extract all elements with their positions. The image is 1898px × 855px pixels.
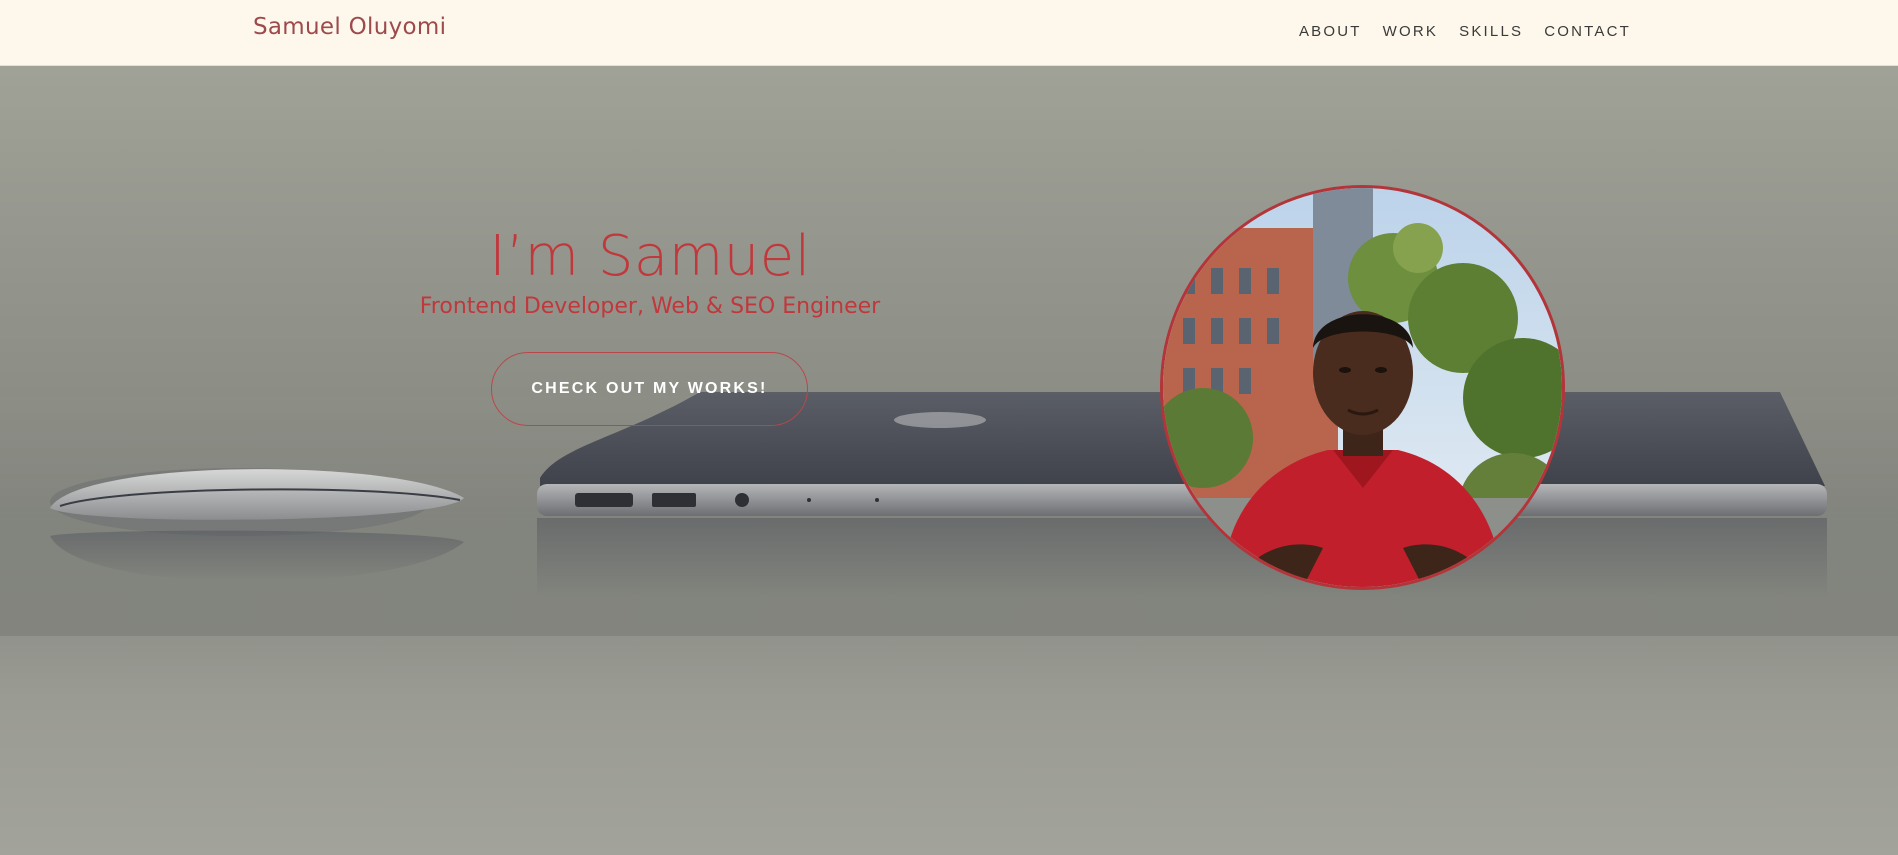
profile-photo bbox=[1160, 185, 1565, 590]
nav-link-work[interactable]: WORK bbox=[1383, 23, 1438, 40]
nav-link-contact[interactable]: CONTACT bbox=[1544, 23, 1631, 40]
site-header: Samuel Oluyomi ABOUT WORK SKILLS CONTACT bbox=[0, 0, 1898, 66]
brand-logo-link[interactable]: Samuel Oluyomi bbox=[253, 14, 446, 40]
hero-section: I’m Samuel Frontend Developer, Web & SEO… bbox=[0, 66, 1898, 855]
hero-subtitle: Frontend Developer, Web & SEO Engineer bbox=[419, 294, 881, 319]
nav-link-skills[interactable]: SKILLS bbox=[1459, 23, 1523, 40]
check-out-works-button[interactable]: CHECK OUT MY WORKS! bbox=[491, 352, 808, 426]
desk-laptop-mouse-image bbox=[0, 392, 1898, 636]
hero-title: I’m Samuel bbox=[489, 224, 811, 289]
nav-link-about[interactable]: ABOUT bbox=[1299, 23, 1362, 40]
main-nav: ABOUT WORK SKILLS CONTACT bbox=[1299, 23, 1631, 40]
